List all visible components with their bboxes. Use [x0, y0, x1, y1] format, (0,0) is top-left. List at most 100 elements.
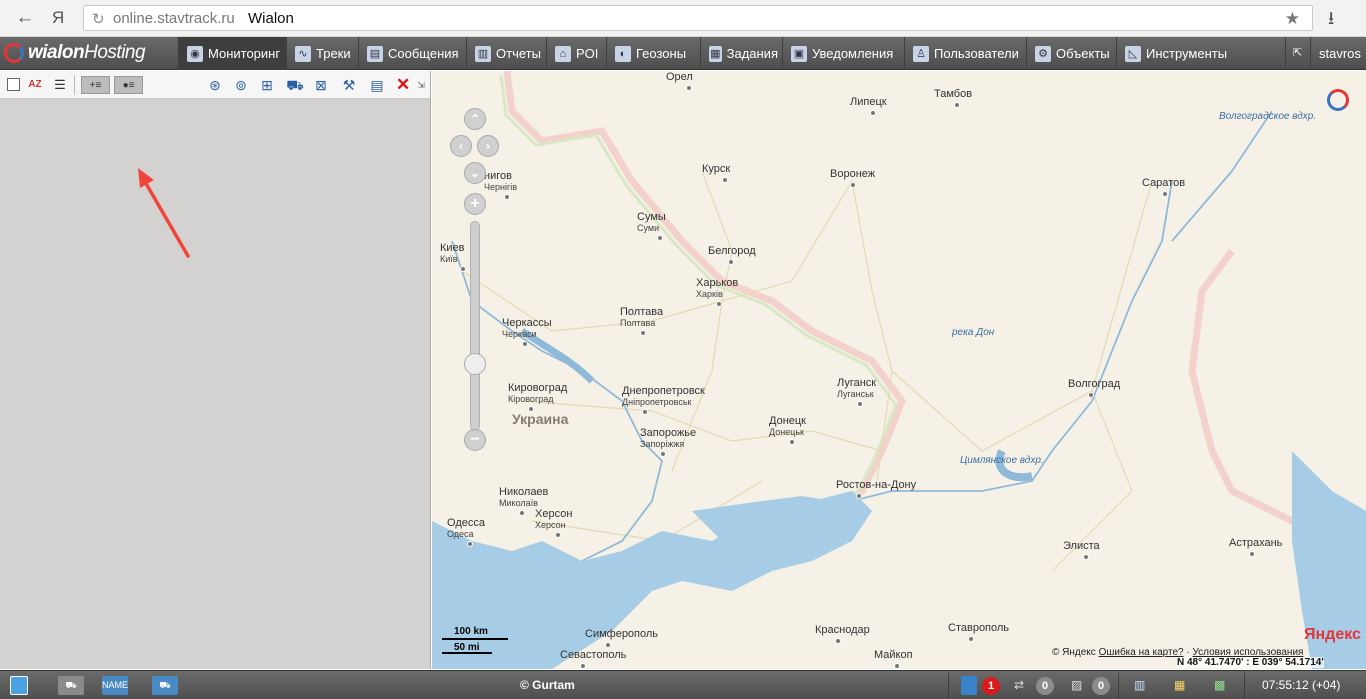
notifications-icon: ▣	[791, 45, 807, 62]
bookmark-star-icon[interactable]: ★	[1285, 9, 1300, 29]
nav-item-2[interactable]: ▤ Сообщения	[358, 37, 462, 70]
cursor-coordinates: N 48° 41.7470' : E 039° 54.1714'	[1177, 657, 1324, 668]
city-marker	[857, 401, 863, 407]
wialon-logo[interactable]: wialonHosting	[2, 40, 174, 67]
map-scale: 100 km 50 mi	[442, 626, 508, 656]
wrench-icon[interactable]: ⚒	[339, 76, 359, 94]
unit-arrow-truck-icon[interactable]: ⛟	[152, 676, 178, 695]
zoom-slider-track[interactable]	[470, 221, 480, 431]
globe-icon: ◉	[187, 45, 203, 62]
map-error-link[interactable]: Ошибка на карте?	[1099, 647, 1184, 658]
city-sublabel: Донецьк	[769, 427, 804, 437]
nav-item-1[interactable]: ∿ Треки	[286, 37, 358, 70]
layers-icon[interactable]: ▦	[1174, 676, 1192, 695]
user-menu[interactable]: stavros	[1310, 37, 1366, 70]
locate-icon[interactable]: ⊛	[205, 76, 225, 94]
city-label: Элиста	[1063, 540, 1100, 552]
nav-item-label: Задания	[726, 46, 778, 61]
city-label: Кировоград	[508, 382, 568, 394]
city-label: Орел	[666, 71, 693, 83]
back-button[interactable]: ←	[14, 8, 36, 28]
pan-up-button[interactable]: ⌃	[464, 108, 486, 130]
collapse-icon[interactable]: ⇱	[1285, 37, 1309, 70]
gurtam-copyright[interactable]: © Gurtam	[520, 678, 575, 692]
truck-tool-icon[interactable]: ⛟	[285, 76, 305, 94]
messages-icon: ▤	[367, 45, 383, 62]
add-units-button[interactable]: +≡	[81, 76, 110, 94]
statusbar-divider	[1244, 673, 1245, 698]
nav-item-5[interactable]: ◐ Геозоны	[606, 37, 698, 70]
nav-item-7[interactable]: ▣ Уведомления	[782, 37, 902, 70]
zoom-in-button[interactable]: +	[464, 193, 486, 215]
city-label: Липецк	[850, 96, 887, 108]
nav-item-4[interactable]: ⌂ POI	[546, 37, 602, 70]
address-bar[interactable]: ↻ online.stavtrack.ru Wialon ★	[83, 5, 1313, 31]
nav-item-label: Мониторинг	[208, 46, 281, 61]
sort-az-icon[interactable]: AZ	[27, 76, 43, 94]
zoom-out-button[interactable]: −	[464, 429, 486, 451]
list-tool-icon[interactable]: ▤	[367, 76, 387, 94]
unit-truck-icon[interactable]: ⛟	[58, 676, 84, 695]
add-group-button[interactable]: ●≡	[114, 76, 143, 94]
logo-mark-icon	[4, 43, 24, 63]
nav-item-6[interactable]: ▦ Задания	[700, 37, 778, 70]
page-title: Wialon	[248, 10, 294, 27]
network-icon[interactable]: ⊞	[257, 76, 277, 94]
city-label: Донецк	[769, 415, 806, 427]
images-count-badge[interactable]: 0	[1092, 677, 1110, 695]
city-label: Киев	[440, 242, 465, 254]
reports-icon: ▥	[475, 45, 491, 62]
reload-icon[interactable]: ↻	[92, 10, 105, 28]
messages-icon[interactable]	[961, 676, 977, 695]
map-tool-icon[interactable]: ⊠	[311, 76, 331, 94]
city-marker	[467, 541, 473, 547]
objects-icon: ⚙	[1035, 45, 1051, 62]
city-label: Николаев	[499, 486, 549, 498]
images-icon[interactable]: ▨	[1071, 676, 1089, 695]
nav-item-label: Пользователи	[934, 46, 1019, 61]
city-label: Тамбов	[934, 88, 973, 100]
nav-item-label: Инструменты	[1146, 46, 1228, 61]
city-label: Краснодар	[815, 624, 870, 636]
unit-name-truck-icon[interactable]: NAME	[102, 676, 128, 695]
map-view[interactable]: Орел Тамбов Липецк Курск Воронеж Саратов нигов…	[432, 71, 1366, 669]
city-marker	[519, 510, 525, 516]
events-count-badge[interactable]: 0	[1036, 677, 1054, 695]
map-icon[interactable]: ▩	[1214, 676, 1232, 695]
select-all-checkbox[interactable]	[7, 78, 20, 91]
city-sublabel: Запоріжжя	[640, 439, 685, 449]
city-label: Полтава	[620, 306, 664, 318]
pan-left-button[interactable]: ‹	[450, 135, 472, 157]
pan-right-button[interactable]: ›	[477, 135, 499, 157]
messages-count-badge[interactable]: 1	[982, 677, 1000, 695]
nav-item-0[interactable]: ◉ Мониторинг	[178, 37, 286, 70]
yandex-button[interactable]: Я	[52, 8, 70, 28]
city-label: Севастополь	[560, 649, 627, 661]
zoom-slider-handle[interactable]	[464, 353, 486, 375]
toggle-panel-icon[interactable]	[10, 676, 28, 695]
yandex-logo-icon	[1327, 89, 1349, 111]
city-marker	[460, 266, 466, 272]
pan-down-button[interactable]: ⌄	[464, 162, 486, 184]
city-label: Черкассы	[502, 317, 552, 329]
list-view-icon[interactable]: ☰	[52, 76, 68, 94]
geofence-icon: ◐	[615, 45, 631, 62]
satellite-icon[interactable]: ⊚	[231, 76, 251, 94]
nav-item-10[interactable]: ◺ Инструменты	[1116, 37, 1282, 70]
nav-item-label: Объекты	[1056, 46, 1110, 61]
events-icon[interactable]: ⇄	[1014, 676, 1034, 695]
city-marker	[716, 301, 722, 307]
download-icon[interactable]: ⭳	[1328, 6, 1334, 36]
book-icon[interactable]: ▥	[1134, 676, 1152, 695]
nav-item-9[interactable]: ⚙ Объекты	[1026, 37, 1114, 70]
city-sublabel: Харків	[696, 289, 723, 299]
panel-resize-icon[interactable]: ⇲	[416, 76, 426, 94]
nav-item-8[interactable]: ♙ Пользователи	[904, 37, 1024, 70]
tools-icon: ◺	[1125, 45, 1141, 62]
city-label: Ставрополь	[948, 622, 1010, 634]
nav-item-3[interactable]: ▥ Отчеты	[466, 37, 544, 70]
delete-icon[interactable]: ✕	[396, 76, 410, 94]
city-marker	[894, 663, 900, 669]
city-sublabel: Чернігів	[484, 182, 518, 192]
url-text: online.stavtrack.ru	[113, 10, 235, 27]
